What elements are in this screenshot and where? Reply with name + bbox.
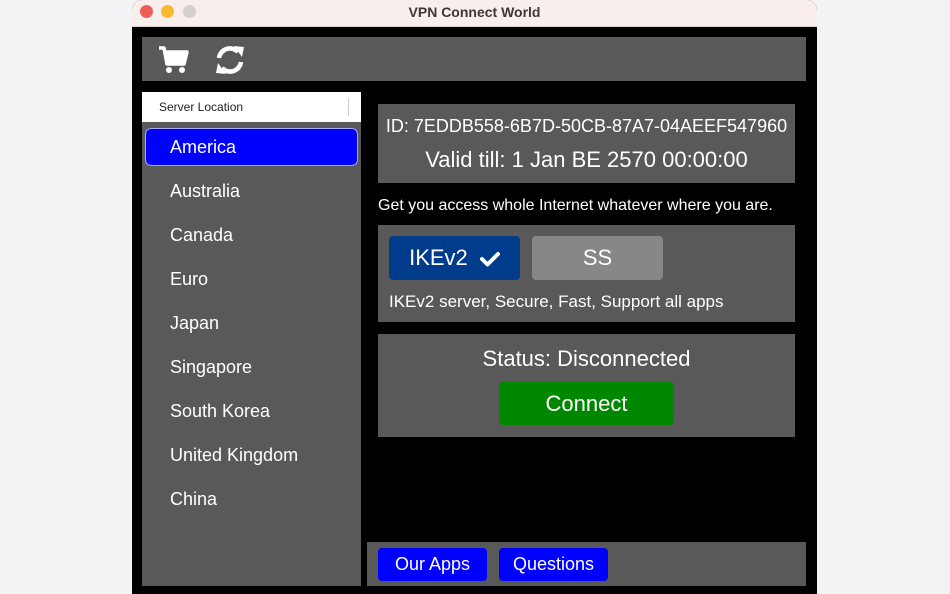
server-item-canada[interactable]: Canada: [145, 216, 358, 254]
window-title: VPN Connect World: [408, 4, 541, 20]
title-bar: VPN Connect World: [132, 0, 817, 27]
protocol-selector: IKEv2 SS IKEv2 server, Secure, Fast, Sup…: [378, 225, 795, 322]
cart-icon[interactable]: [158, 45, 190, 75]
connect-button[interactable]: Connect: [499, 382, 674, 425]
checkmark-icon: [479, 238, 500, 282]
server-item-australia[interactable]: Australia: [145, 172, 358, 210]
footer-bar: Our Apps Questions: [367, 542, 806, 586]
server-item-south-korea[interactable]: South Korea: [145, 392, 358, 430]
device-id: ID: 7EDDB558-6B7D-50CB-87A7-04AEEF547960: [385, 116, 788, 136]
server-item-japan[interactable]: Japan: [145, 304, 358, 342]
app-window: VPN Connect World Server Location Americ…: [132, 0, 817, 594]
server-item-china[interactable]: China: [145, 480, 358, 518]
questions-button[interactable]: Questions: [499, 548, 608, 581]
server-location-header: Server Location: [142, 92, 361, 122]
server-item-euro[interactable]: Euro: [145, 260, 358, 298]
protocol-description: IKEv2 server, Secure, Fast, Support all …: [389, 292, 724, 311]
connection-box: Status: Disconnected Connect: [378, 334, 795, 437]
valid-till: Valid till: 1 Jan BE 2570 00:00:00: [425, 147, 748, 172]
our-apps-button[interactable]: Our Apps: [378, 548, 487, 581]
toolbar: [142, 37, 806, 81]
connection-status: Status: Disconnected: [482, 346, 691, 371]
server-location-list: Server Location America Australia Canada…: [142, 92, 361, 586]
ss-button[interactable]: SS: [532, 236, 663, 280]
ikev2-label: IKEv2: [409, 245, 468, 270]
ikev2-button[interactable]: IKEv2: [389, 236, 520, 280]
server-item-singapore[interactable]: Singapore: [145, 348, 358, 386]
server-item-america[interactable]: America: [145, 128, 358, 166]
refresh-icon[interactable]: [214, 45, 246, 75]
account-info-box: ID: 7EDDB558-6B7D-50CB-87A7-04AEEF547960…: [378, 104, 795, 183]
tagline: Get you access whole Internet whatever w…: [378, 197, 773, 214]
server-item-united-kingdom[interactable]: United Kingdom: [145, 436, 358, 474]
